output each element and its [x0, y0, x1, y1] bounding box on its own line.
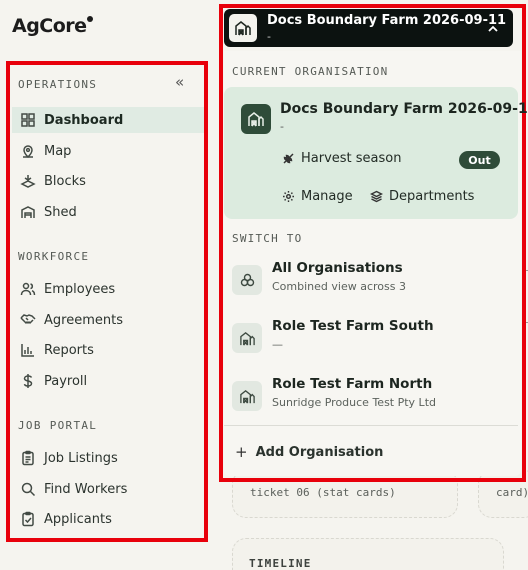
stat-card-right-text: card)	[496, 486, 528, 499]
collapse-sidebar-icon[interactable]: «	[175, 75, 184, 90]
app-logo[interactable]: AgCore	[12, 15, 87, 37]
wheat-icon	[283, 153, 294, 164]
sidebar-item-label: Find Workers	[44, 481, 128, 497]
layers-icon	[370, 190, 383, 203]
switch-item-role-test-farm-south[interactable]: Role Test Farm South —	[224, 313, 518, 363]
sidebar-item-reports[interactable]: Reports	[12, 337, 204, 363]
sidebar-nav: OPERATIONS « Dashboard Map Blocks Shed W…	[6, 61, 208, 542]
switch-item-sub: —	[272, 338, 283, 351]
dashboard-icon	[21, 113, 35, 127]
manage-button[interactable]: Manage	[282, 189, 353, 204]
chevron-up-icon	[487, 20, 499, 39]
organisations-icon	[232, 265, 262, 295]
sidebar-item-job-listings[interactable]: Job Listings	[12, 445, 204, 471]
bar-chart-icon	[21, 344, 34, 357]
add-organisation-label: Add Organisation	[255, 444, 384, 460]
sidebar-item-label: Job Listings	[44, 450, 118, 466]
sidebar-item-label: Applicants	[44, 511, 112, 527]
current-org-card-name: Docs Boundary Farm 2026-09-11	[280, 101, 528, 117]
sidebar-item-label: Employees	[44, 281, 116, 297]
current-org-sub: -	[267, 30, 271, 43]
harvest-season-label: Harvest season	[301, 151, 402, 166]
handshake-icon	[20, 314, 36, 325]
farm-icon	[229, 14, 257, 42]
timeline-card: TIMELINE	[232, 538, 504, 570]
farm-icon	[241, 104, 271, 134]
plus-icon: +	[235, 443, 248, 461]
sidebar-item-map[interactable]: Map	[12, 138, 204, 164]
sidebar-item-blocks[interactable]: Blocks	[12, 168, 204, 194]
switch-to-label: SWITCH TO	[232, 232, 303, 245]
org-switcher-trigger[interactable]: Docs Boundary Farm 2026-09-11 -	[224, 9, 513, 47]
divider	[224, 425, 518, 426]
sidebar-item-dashboard[interactable]: Dashboard	[12, 107, 204, 133]
shed-icon	[21, 206, 35, 218]
clipboard-check-icon	[22, 511, 34, 527]
sidebar-item-label: Agreements	[44, 312, 123, 328]
farm-icon	[232, 381, 262, 411]
org-switcher-panel: CURRENT ORGANISATION Docs Boundary Farm …	[224, 51, 528, 476]
search-icon	[21, 482, 36, 497]
current-org-card: Docs Boundary Farm 2026-09-11 - Harvest …	[224, 87, 528, 219]
switch-item-name: Role Test Farm North	[272, 376, 433, 392]
section-job-portal: JOB PORTAL	[18, 419, 98, 432]
status-badge: Out	[459, 151, 500, 169]
harvest-season-row: Harvest season	[282, 151, 401, 166]
switch-item-name: All Organisations	[272, 260, 403, 276]
switch-item-sub: Sunridge Produce Test Pty Ltd	[272, 396, 436, 409]
sidebar-item-payroll[interactable]: Payroll	[12, 368, 204, 394]
gear-icon	[283, 191, 294, 202]
manage-label: Manage	[301, 189, 353, 204]
sidebar-item-applicants[interactable]: Applicants	[12, 506, 204, 532]
sidebar-item-label: Map	[44, 143, 72, 159]
departments-label: Departments	[389, 189, 475, 204]
switch-item-sub: Combined view across 3	[272, 280, 406, 293]
map-pin-icon	[23, 145, 33, 159]
blocks-icon	[20, 175, 36, 188]
users-icon	[20, 282, 36, 296]
departments-button[interactable]: Departments	[370, 189, 474, 204]
sidebar-item-shed[interactable]: Shed	[12, 199, 204, 225]
stat-card-text: ticket 06 (stat cards)	[250, 486, 396, 499]
current-org-name: Docs Boundary Farm 2026-09-11	[267, 13, 507, 28]
sidebar-item-find-workers[interactable]: Find Workers	[12, 476, 204, 502]
sidebar-item-label: Shed	[44, 204, 77, 220]
logo-dot	[87, 16, 93, 22]
switch-item-role-test-farm-north[interactable]: Role Test Farm North Sunridge Produce Te…	[224, 371, 518, 421]
timeline-label: TIMELINE	[249, 557, 312, 570]
sidebar-item-agreements[interactable]: Agreements	[12, 307, 204, 333]
sidebar-item-label: Reports	[44, 342, 94, 358]
add-organisation-button[interactable]: + Add Organisation	[235, 443, 383, 461]
sidebar-item-label: Payroll	[44, 373, 88, 389]
switch-item-all-organisations[interactable]: All Organisations Combined view across 3	[224, 255, 518, 305]
section-workforce: WORKFORCE	[18, 250, 90, 263]
current-org-label: CURRENT ORGANISATION	[232, 65, 389, 78]
sidebar-item-label: Dashboard	[44, 112, 124, 128]
switch-item-name: Role Test Farm South	[272, 318, 434, 334]
sidebar-item-label: Blocks	[44, 173, 86, 189]
clipboard-icon	[22, 450, 34, 466]
farm-icon	[232, 323, 262, 353]
sidebar-item-employees[interactable]: Employees	[12, 276, 204, 302]
dollar-icon	[23, 374, 33, 388]
current-org-card-sub: -	[280, 120, 284, 133]
section-operations: OPERATIONS	[18, 78, 98, 91]
